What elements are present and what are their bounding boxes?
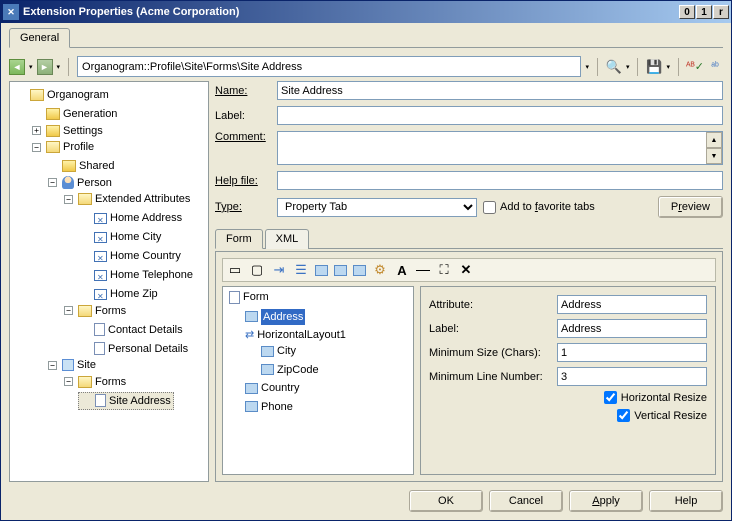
save-icon[interactable]: 💾	[646, 59, 662, 75]
tool-line-icon[interactable]	[416, 270, 430, 271]
help-label: Help file:	[215, 175, 271, 187]
titlebar: ✕ Extension Properties (Acme Corporation…	[1, 1, 731, 23]
dialog-footer: OK Cancel Apply Help	[9, 482, 723, 512]
comment-label: Comment:	[215, 131, 271, 143]
app-icon: ✕	[3, 4, 19, 20]
prop-minline-label: Minimum Line Number:	[429, 371, 553, 383]
hresize-checkbox[interactable]	[604, 391, 617, 404]
tool-field1-icon[interactable]	[315, 265, 328, 276]
nav-tree[interactable]: Organogram Generation +Settings −Profile…	[9, 81, 209, 482]
tool-panel-icon[interactable]: ▢	[249, 262, 265, 278]
path-dropdown[interactable]: ▾	[585, 63, 589, 71]
prop-minsize-input[interactable]	[557, 343, 707, 362]
close-button[interactable]: r	[713, 5, 729, 19]
spellcheck-icon[interactable]: ᴬᴮ✓	[687, 59, 703, 75]
prop-attribute-label: Attribute:	[429, 299, 553, 311]
label-input[interactable]	[277, 106, 723, 125]
form-icon	[94, 323, 105, 336]
name-label: Name:	[215, 85, 271, 97]
form-tree-selected[interactable]: Address	[261, 309, 305, 325]
path-input[interactable]	[77, 56, 581, 77]
search-icon[interactable]: 🔍	[606, 59, 622, 75]
nav-forward-dropdown[interactable]: ▾	[57, 63, 61, 71]
field-icon	[245, 311, 258, 322]
replace-icon[interactable]: ᵃᵇ	[707, 59, 723, 75]
comment-input[interactable]: ▲ ▼	[277, 131, 723, 165]
tool-field2-icon[interactable]	[334, 265, 347, 276]
type-select[interactable]: Property Tab	[277, 198, 477, 217]
label-label: Label:	[215, 110, 271, 122]
tab-form[interactable]: Form	[215, 229, 263, 249]
tree-selected: Site Address	[78, 392, 174, 410]
maximize-button[interactable]: 1	[696, 5, 712, 19]
tool-indent-icon[interactable]: ⇥	[271, 262, 287, 278]
expand-icon[interactable]: +	[32, 126, 41, 135]
tool-gear-icon[interactable]: ⚙	[372, 262, 388, 278]
scroll-down-icon[interactable]: ▼	[706, 148, 722, 164]
vresize-checkbox[interactable]	[617, 409, 630, 422]
tool-font-icon[interactable]: A	[394, 262, 410, 278]
toolbar: ◄▾ ►▾ ▾ 🔍▾ 💾▾ ᴬᴮ✓ ᵃᵇ	[9, 52, 723, 81]
form-toolbar: ▭ ▢ ⇥ ☰ ⚙ A ⛶ ✕	[222, 258, 716, 282]
cancel-button[interactable]: Cancel	[489, 490, 563, 512]
prop-label-label: Label:	[429, 323, 553, 335]
nav-back-button[interactable]: ◄	[9, 59, 25, 75]
apply-button[interactable]: Apply	[569, 490, 643, 512]
prop-minsize-label: Minimum Size (Chars):	[429, 347, 553, 359]
site-icon	[62, 359, 74, 371]
nav-forward-button[interactable]: ►	[37, 59, 53, 75]
window-title: Extension Properties (Acme Corporation)	[23, 6, 679, 18]
name-input[interactable]	[277, 81, 723, 100]
form-tree[interactable]: Form Address ⇄HorizontalLayout1 City Zip…	[222, 286, 414, 475]
favorite-checkbox[interactable]	[483, 201, 496, 214]
person-icon	[62, 176, 74, 189]
ok-button[interactable]: OK	[409, 490, 483, 512]
type-label: Type:	[215, 201, 271, 213]
preview-button[interactable]: Preview	[658, 196, 723, 218]
attr-icon	[94, 213, 107, 224]
tab-xml[interactable]: XML	[265, 229, 310, 249]
nav-back-dropdown[interactable]: ▾	[29, 63, 33, 71]
tool-select-icon[interactable]: ▭	[227, 262, 243, 278]
prop-attribute-input[interactable]	[557, 295, 707, 314]
prop-minline-input[interactable]	[557, 367, 707, 386]
properties-pane: Attribute: Label: Minimum Size (Chars): …	[420, 286, 716, 475]
help-button[interactable]: Help	[649, 490, 723, 512]
main-tabs: General	[9, 27, 723, 48]
tool-delete-icon[interactable]: ✕	[458, 262, 474, 278]
minimize-button[interactable]: 0	[679, 5, 695, 19]
layout-icon: ⇄	[245, 327, 254, 343]
prop-label-input[interactable]	[557, 319, 707, 338]
help-input[interactable]	[277, 171, 723, 190]
tool-field3-icon[interactable]	[353, 265, 366, 276]
tool-layout-icon[interactable]: ☰	[293, 262, 309, 278]
scroll-up-icon[interactable]: ▲	[706, 132, 722, 148]
tool-expand-icon[interactable]: ⛶	[436, 262, 452, 278]
tab-general[interactable]: General	[9, 28, 70, 48]
favorite-label: Add to favorite tabs	[500, 201, 595, 213]
collapse-icon[interactable]: −	[32, 143, 41, 152]
tree-root: Organogram	[14, 87, 111, 103]
